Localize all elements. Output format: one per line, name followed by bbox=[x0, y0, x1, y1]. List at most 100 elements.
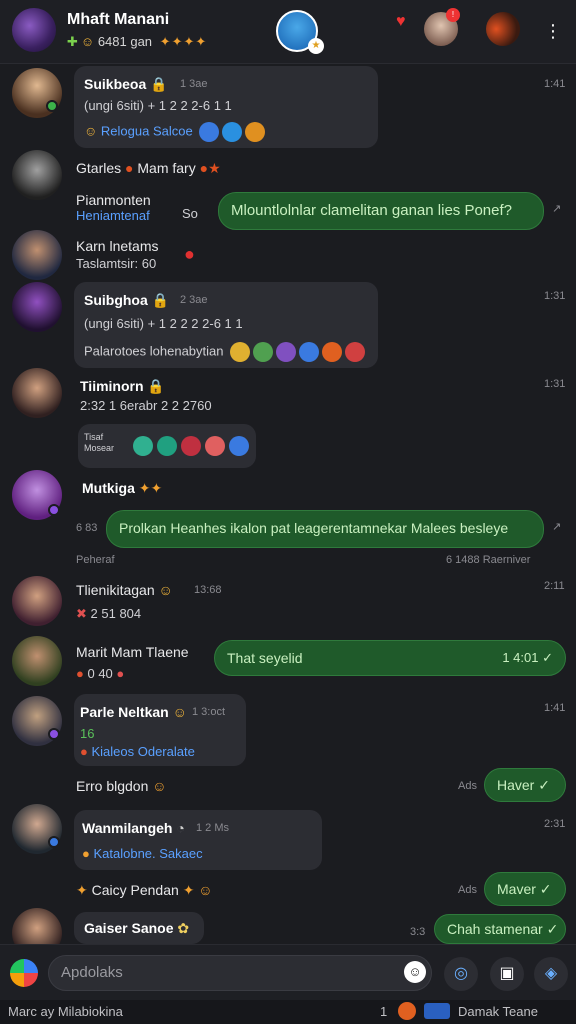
divider-left: Peheraf bbox=[76, 554, 115, 566]
sender-name: Erro blgdon ☺ bbox=[76, 778, 167, 794]
sticker-icon bbox=[133, 436, 153, 456]
message-meta: 1 2 Ms bbox=[196, 822, 230, 834]
message-line: ● Katalobne. Sakaec bbox=[82, 846, 203, 861]
group-avatar[interactable] bbox=[12, 8, 56, 52]
sticker-icon bbox=[229, 436, 249, 456]
message-time: 3:3 bbox=[410, 926, 426, 938]
message-time: So bbox=[182, 206, 198, 221]
message-line: (ungi 6siti) + 1 2 2 2 2-6 1 1 bbox=[84, 316, 243, 331]
footer-count: 1 bbox=[380, 1004, 388, 1019]
sender-avatar[interactable] bbox=[12, 576, 62, 626]
message-time: 1 4:01 ✓ bbox=[502, 650, 553, 665]
sender-name: Pianmonten bbox=[76, 192, 151, 208]
message-line: ☺ Relogua Salcoe bbox=[84, 122, 266, 142]
emoji-icon[interactable]: ☺ bbox=[404, 961, 426, 983]
message-meta: 13:68 bbox=[194, 584, 222, 596]
sender-avatar[interactable] bbox=[12, 282, 62, 332]
notification-icon[interactable]: ♥ bbox=[396, 13, 416, 33]
message-time: 1:41 bbox=[544, 78, 566, 90]
message-composer: Apdolaks ☺ ◎ ▣ ◈ bbox=[0, 944, 576, 1000]
more-icon[interactable]: ⋮ bbox=[540, 18, 566, 44]
message-time: 1:31 bbox=[544, 290, 566, 302]
unread-badge: ! bbox=[446, 8, 460, 22]
sender-name: Karn lnetams bbox=[76, 238, 159, 254]
message-time: 2:31 bbox=[544, 818, 566, 830]
message-line: ● 0 40 ● bbox=[76, 666, 125, 681]
sender-name: Suibghoa 🔒 bbox=[84, 292, 170, 308]
sticker-icon bbox=[205, 436, 225, 456]
attach-icon[interactable]: ◎ bbox=[444, 957, 478, 991]
message-text: Haver ✓ bbox=[497, 777, 550, 793]
user-avatar-3[interactable] bbox=[486, 12, 520, 46]
app-logo-icon[interactable] bbox=[10, 959, 38, 987]
sticker-icon bbox=[157, 436, 177, 456]
message-text: Mlountlolnlar clamelitan ganan lies Pone… bbox=[231, 202, 513, 219]
message-text: That seyelid bbox=[227, 650, 303, 666]
message-bubble[interactable]: Suibghoa 🔒 2 3ae (ungi 6siti) + 1 2 2 2 … bbox=[74, 282, 378, 368]
status-indicator bbox=[48, 728, 60, 740]
sticker-bubble[interactable]: Tisaf Mosear bbox=[78, 424, 256, 468]
outgoing-message[interactable]: Haver ✓ bbox=[484, 768, 566, 802]
status-indicator bbox=[48, 504, 60, 516]
sender-name: Tiiminorn 🔒 bbox=[80, 378, 165, 394]
outgoing-message[interactable]: Prolkan Heanhes ikalon pat leagerentamne… bbox=[106, 510, 544, 548]
sender-subtitle: Heniamtenaf bbox=[76, 208, 150, 223]
message-text: Chah stamenar ✓ bbox=[447, 921, 559, 937]
status-icon[interactable] bbox=[398, 1002, 416, 1020]
message-line: 16 bbox=[80, 726, 95, 741]
message-text: Maver ✓ bbox=[497, 881, 552, 897]
footer-right-text: Damak Teane bbox=[458, 1004, 538, 1019]
sender-name: Gaiser Sanoe ✿ bbox=[84, 920, 190, 936]
status-indicator bbox=[48, 836, 60, 848]
sender-avatar[interactable] bbox=[12, 150, 62, 200]
chat-subtitle: ✚ ☺ 6481 gan ✦✦✦✦ bbox=[67, 34, 207, 50]
footer-left-text: Marc ay Milabiokina bbox=[8, 1004, 123, 1019]
message-line: ● Kialeos Oderalate bbox=[80, 744, 195, 759]
message-line: ✖ 2 51 804 bbox=[76, 606, 142, 621]
outgoing-message[interactable]: Mlountlolnlar clamelitan ganan lies Pone… bbox=[218, 192, 544, 230]
reply-icon[interactable]: ↗ bbox=[552, 202, 561, 215]
message-line: 2:32 1 6erabr 2 2 2760 bbox=[80, 398, 212, 413]
keyboard-icon[interactable] bbox=[424, 1003, 450, 1019]
reply-icon[interactable]: ↗ bbox=[552, 520, 561, 533]
rating-stars: ✦✦✦✦ bbox=[159, 34, 208, 49]
message-input[interactable]: Apdolaks bbox=[48, 955, 432, 991]
message-time: Ads bbox=[458, 884, 477, 896]
message-meta: 1 3ae bbox=[180, 78, 208, 90]
message-time: Ads bbox=[458, 780, 477, 792]
outgoing-message[interactable]: Maver ✓ bbox=[484, 872, 566, 906]
outgoing-message[interactable]: Chah stamenar ✓ bbox=[434, 914, 566, 944]
camera-icon[interactable]: ▣ bbox=[490, 957, 524, 991]
sender-name: Tlienikitagan ☺ bbox=[76, 582, 173, 598]
message-time: 6 83 bbox=[76, 522, 98, 534]
sender-avatar[interactable] bbox=[12, 636, 62, 686]
online-indicator bbox=[46, 100, 58, 112]
member-count: 6481 gan bbox=[97, 34, 153, 49]
plus-icon: ✚ bbox=[67, 34, 78, 49]
sender-name: Suikbeoa 🔒 bbox=[84, 76, 168, 92]
message-bubble[interactable]: Gaiser Sanoe ✿ bbox=[74, 912, 204, 944]
sticker-icon bbox=[181, 436, 201, 456]
divider-right: 6 1488 Raerniver bbox=[446, 554, 531, 566]
sender-name: Wanmilangeh ◔ bbox=[82, 820, 185, 836]
message-bubble[interactable]: Parle Neltkan ☺ 1 3:oct 16 ● Kialeos Ode… bbox=[74, 694, 246, 766]
sender-avatar[interactable] bbox=[12, 368, 62, 418]
sender-name: Marit Mam Tlaene bbox=[76, 644, 189, 660]
sender-name: Parle Neltkan ☺ bbox=[80, 704, 187, 720]
message-time: 2:11 bbox=[544, 580, 565, 592]
message-bubble[interactable]: Wanmilangeh ◔ 1 2 Ms ● Katalobne. Sakaec bbox=[74, 810, 322, 870]
outgoing-message[interactable]: That seyelid 1 4:01 ✓ bbox=[214, 640, 566, 676]
sender-name: Mutkiga ✦✦ bbox=[82, 480, 163, 496]
sticker-label: Tisaf Mosear bbox=[84, 432, 115, 453]
smile-icon: ☺ bbox=[80, 34, 95, 49]
sender-avatar[interactable] bbox=[12, 230, 62, 280]
message-text: Prolkan Heanhes ikalon pat leagerentamne… bbox=[119, 520, 509, 536]
chat-header: Mhaft Manani ✚ ☺ 6481 gan ✦✦✦✦ ★ ♥ ! ⋮ bbox=[0, 0, 576, 64]
send-icon[interactable]: ◈ bbox=[534, 957, 568, 991]
message-meta: 2 3ae bbox=[180, 294, 208, 306]
message-bubble[interactable]: Suikbeoa 🔒 1 3ae (ungi 6siti) + 1 2 2 2-… bbox=[74, 66, 378, 148]
cherry-icon: ● bbox=[184, 244, 195, 264]
chat-title[interactable]: Mhaft Manani bbox=[67, 11, 169, 29]
message-line: Palarotoes lohenabytian bbox=[84, 342, 366, 362]
message-time: 1:41 bbox=[544, 702, 566, 714]
